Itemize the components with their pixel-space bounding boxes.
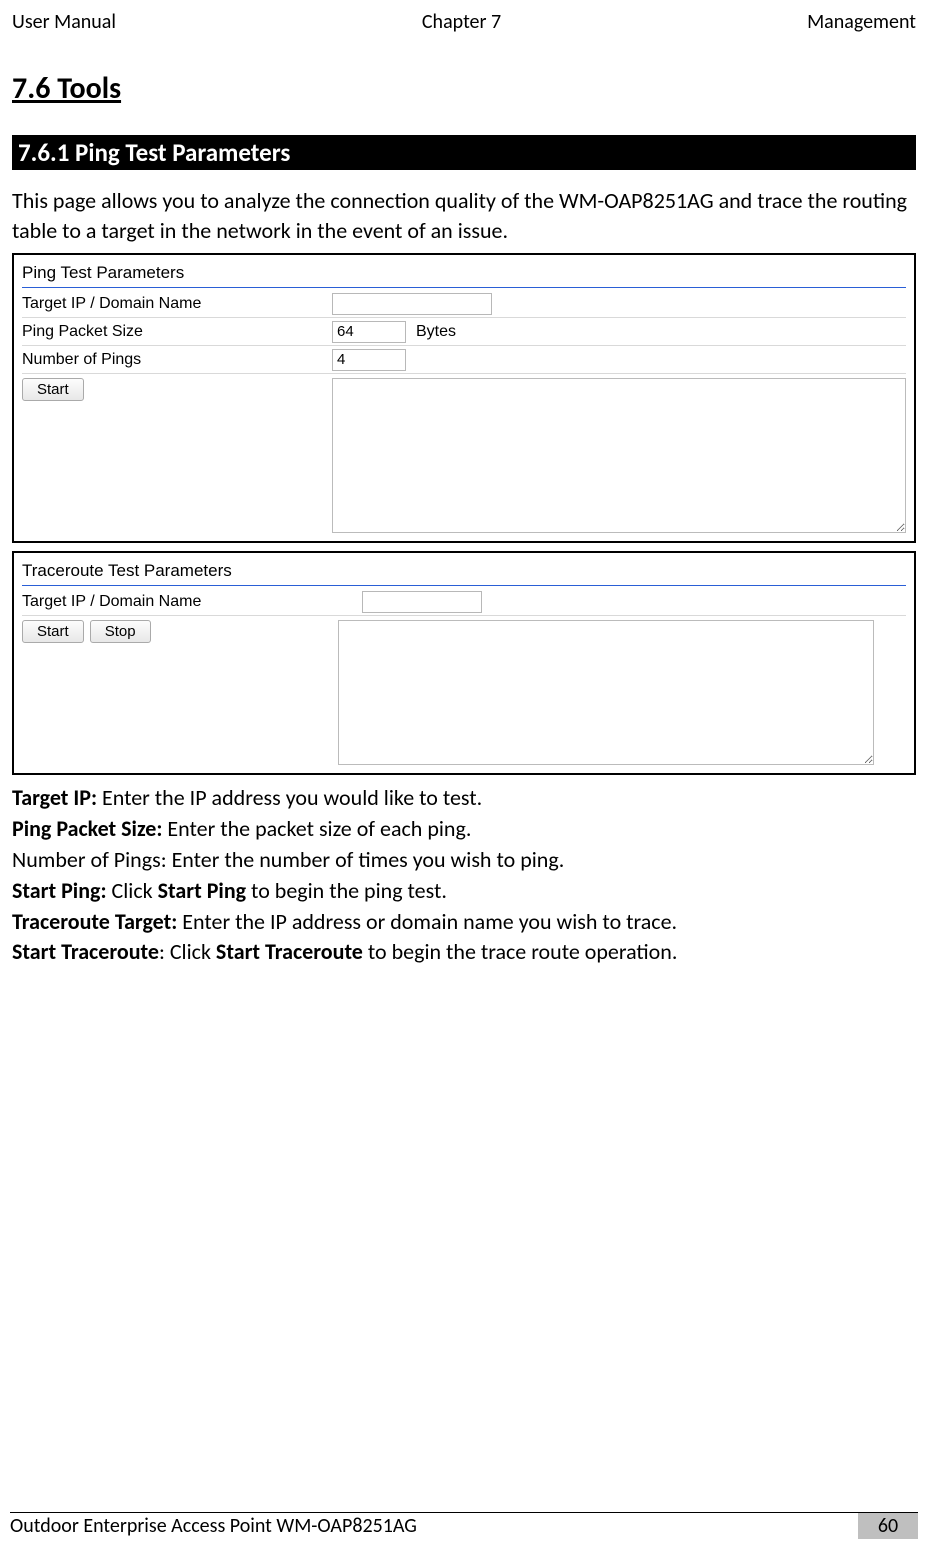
ping-start-button[interactable]: Start [22,378,84,401]
header-center: Chapter 7 [422,10,501,34]
def-target-ip-term: Target IP: [12,784,97,811]
def-trace-target-text: Enter the IP address or domain name you … [177,908,677,935]
def-trace-target-term: Traceroute Target: [12,908,177,935]
footer-left: Outdoor Enterprise Access Point WM-OAP82… [10,1514,417,1538]
def-start-ping-text1: Click [107,877,158,904]
ping-size-row: Ping Packet Size Bytes [22,318,906,346]
ping-output[interactable] [332,378,906,533]
ping-start-row: Start [22,374,906,533]
trace-buttons-row: Start Stop [22,616,906,765]
ping-count-input[interactable] [332,349,406,371]
traceroute-panel-title: Traceroute Test Parameters [22,559,906,585]
divider [22,287,906,288]
ping-target-row: Target IP / Domain Name [22,290,906,318]
definitions: Target IP: Enter the IP address you woul… [12,783,916,968]
def-packet-size-text: Enter the packet size of each ping. [162,815,471,842]
def-packet-size-term: Ping Packet Size: [12,815,162,842]
def-trace-target: Traceroute Target: Enter the IP address … [12,907,916,938]
trace-stop-button[interactable]: Stop [90,620,151,643]
def-packet-size: Ping Packet Size: Enter the packet size … [12,814,916,845]
section-title: 7.6 Tools [12,70,916,107]
ping-count-label: Number of Pings [22,351,332,369]
def-start-ping-text2: to begin the ping test. [246,877,447,904]
ping-target-input[interactable] [332,293,492,315]
page-footer: Outdoor Enterprise Access Point WM-OAP82… [10,1512,918,1539]
ping-panel-title: Ping Test Parameters [22,261,906,287]
header-right: Management [807,10,916,34]
traceroute-panel: Traceroute Test Parameters Target IP / D… [12,551,916,775]
def-start-ping-term2: Start Ping [158,877,246,904]
def-target-ip-text: Enter the IP address you would like to t… [97,784,482,811]
ping-size-label: Ping Packet Size [22,323,332,341]
def-start-trace-term: Start Traceroute [12,938,159,965]
ping-size-unit: Bytes [416,323,456,341]
trace-output[interactable] [338,620,874,765]
intro-text: This page allows you to analyze the conn… [12,186,916,245]
def-target-ip: Target IP: Enter the IP address you woul… [12,783,916,814]
def-start-ping: Start Ping: Click Start Ping to begin th… [12,876,916,907]
def-num-pings: Number of Pings: Enter the number of tim… [12,845,916,876]
def-start-ping-term: Start Ping: [12,877,107,904]
page-header: User Manual Chapter 7 Management [10,10,918,40]
def-start-trace-text1: : Click [159,938,216,965]
divider [22,585,906,586]
ping-size-input[interactable] [332,321,406,343]
def-start-trace: Start Traceroute: Click Start Traceroute… [12,937,916,968]
ping-count-row: Number of Pings [22,346,906,374]
subsection-title: 7.6.1 Ping Test Parameters [12,135,916,170]
def-start-trace-term2: Start Traceroute [216,938,363,965]
trace-target-input[interactable] [362,591,482,613]
ping-panel: Ping Test Parameters Target IP / Domain … [12,253,916,543]
trace-target-row: Target IP / Domain Name [22,588,906,616]
ping-target-label: Target IP / Domain Name [22,295,332,313]
header-left: User Manual [12,10,116,34]
trace-start-button[interactable]: Start [22,620,84,643]
page-number: 60 [858,1513,918,1539]
trace-target-label: Target IP / Domain Name [22,593,362,611]
def-start-trace-text2: to begin the trace route operation. [363,938,678,965]
